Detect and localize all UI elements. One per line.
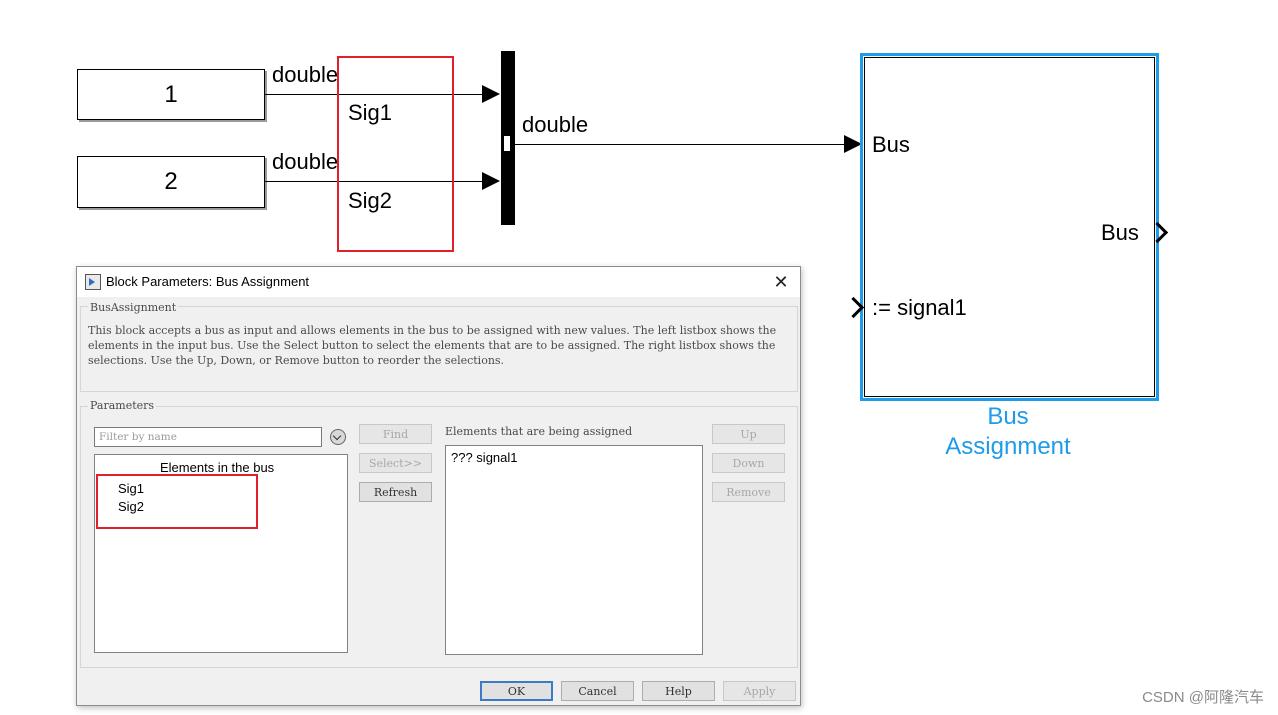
- signal-arrow-2: [482, 172, 500, 190]
- filter-input[interactable]: Filter by name: [94, 427, 322, 447]
- elements-in-bus-listbox[interactable]: Elements in the bus Sig1 Sig2: [94, 454, 348, 653]
- signal-names-highlight: [337, 56, 454, 252]
- constant-2-value: 2: [164, 168, 178, 195]
- apply-button[interactable]: Apply: [723, 681, 796, 701]
- list-item[interactable]: ??? signal1: [451, 450, 518, 465]
- elements-in-bus-title: Elements in the bus: [160, 460, 275, 475]
- dialog-title: Block Parameters: Bus Assignment: [106, 274, 310, 289]
- block-description: This block accepts a bus as input and al…: [88, 324, 777, 367]
- block-parameters-dialog: Block Parameters: Bus Assignment ✕ BusAs…: [76, 266, 801, 706]
- bus-assignment-port-bus-in: Bus: [872, 132, 910, 157]
- remove-button[interactable]: Remove: [712, 482, 785, 502]
- constant-1-value: 1: [164, 80, 178, 108]
- description-group-label: BusAssignment: [88, 301, 179, 314]
- watermark: CSDN @阿隆汽车: [1142, 689, 1264, 706]
- simulink-block-icon: [85, 274, 101, 290]
- ok-button[interactable]: OK: [480, 681, 553, 701]
- constant-block-1[interactable]: 1: [77, 69, 265, 120]
- bus-creator-block[interactable]: [501, 51, 515, 225]
- bus-assignment-port-bus-out: Bus: [1101, 220, 1139, 245]
- find-button[interactable]: Find: [359, 424, 432, 444]
- bus-assignment-port-signal1: := signal1: [872, 295, 967, 320]
- bus-assignment-name-line1: Bus: [987, 403, 1029, 430]
- help-button[interactable]: Help: [642, 681, 715, 701]
- filter-options-icon[interactable]: [330, 429, 346, 445]
- up-button[interactable]: Up: [712, 424, 785, 444]
- parameters-group-label: Parameters: [88, 399, 157, 412]
- bus-signal-datatype: double: [522, 112, 589, 137]
- cancel-button[interactable]: Cancel: [561, 681, 634, 701]
- refresh-button[interactable]: Refresh: [359, 482, 432, 502]
- down-button[interactable]: Down: [712, 453, 785, 473]
- signal-1-datatype: double: [272, 62, 339, 87]
- bus-assignment-name-line2: Assignment: [945, 433, 1071, 460]
- signal-arrow-1: [482, 85, 500, 103]
- bus-signal-line[interactable]: [515, 144, 845, 145]
- close-icon[interactable]: ✕: [768, 270, 794, 294]
- bus-creator-port-marker: [503, 135, 511, 152]
- constant-block-2[interactable]: 2: [77, 156, 265, 208]
- dialog-titlebar[interactable]: Block Parameters: Bus Assignment ✕: [77, 267, 800, 297]
- assigned-elements-listbox[interactable]: ??? signal1: [445, 445, 703, 655]
- assigned-elements-title: Elements that are being assigned: [445, 425, 633, 438]
- elements-highlight: [96, 474, 258, 529]
- signal-2-datatype: double: [272, 149, 339, 174]
- select-button[interactable]: Select>>: [359, 453, 432, 473]
- bus-assignment-name[interactable]: Bus Assignment: [908, 402, 1108, 462]
